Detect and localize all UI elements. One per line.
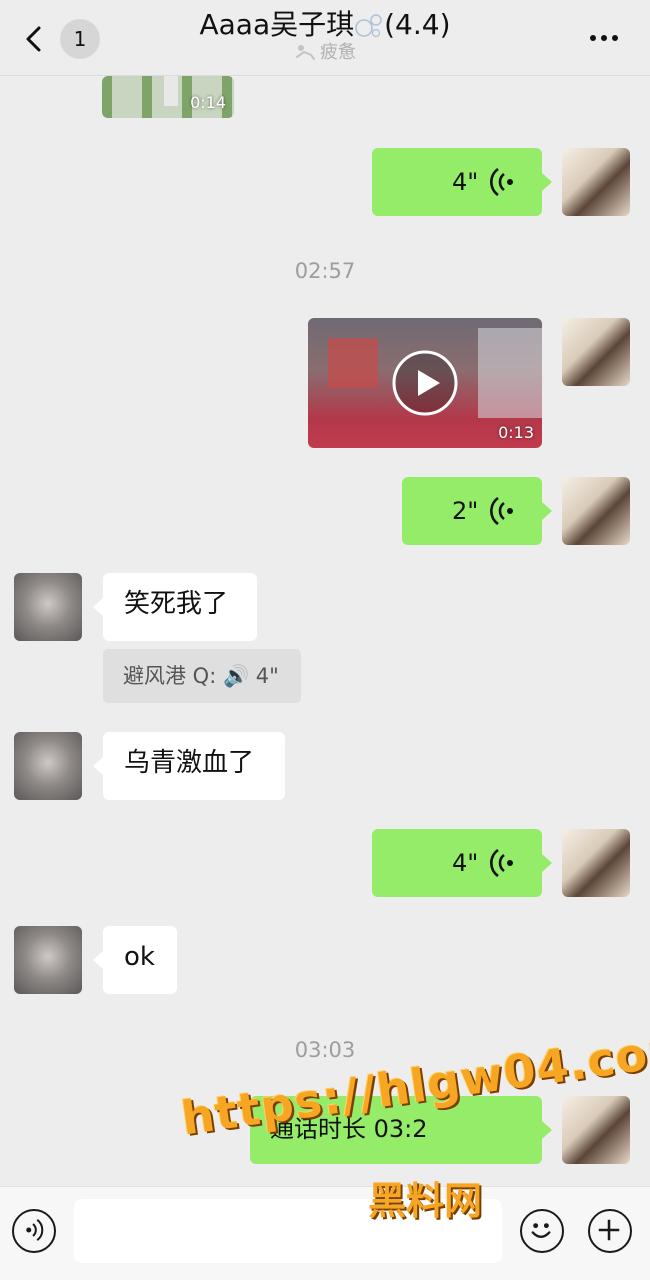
back-button[interactable]: 1 [14, 18, 100, 60]
video-duration: 0:13 [498, 423, 534, 442]
message-text: ok [124, 942, 155, 972]
avatar-me[interactable] [562, 477, 630, 545]
quoted-reply[interactable]: 避风港 Q: 🔊 4" [103, 649, 301, 703]
avatar-contact[interactable] [14, 732, 82, 800]
status-text: 疲惫 [320, 42, 356, 63]
voice-wave-icon [490, 167, 513, 197]
voice-input-button[interactable] [12, 1209, 56, 1253]
bubble-tail [93, 951, 103, 969]
bubble-tail [542, 854, 552, 872]
voice-message[interactable]: 4" [372, 829, 542, 897]
voice-message[interactable]: 2" [402, 477, 542, 545]
video-scene-shape [328, 338, 378, 388]
avatar-me[interactable] [562, 829, 630, 897]
text-message[interactable]: ok [103, 926, 177, 994]
message-text: 笑死我了 [124, 589, 229, 619]
time-divider: 02:57 [294, 259, 356, 283]
plus-icon [598, 1219, 620, 1241]
smile-icon [531, 1223, 551, 1238]
emoji-button[interactable] [520, 1209, 564, 1253]
more-plus-button[interactable] [588, 1209, 632, 1253]
unread-badge: 1 [60, 19, 100, 59]
bubble-tail [542, 1121, 552, 1139]
video-message[interactable]: 0:13 [308, 318, 542, 448]
video-duration: 0:14 [190, 93, 226, 112]
watermark-brand: 黑料网 [367, 1179, 482, 1223]
bubble-tail [542, 173, 552, 191]
voice-duration: 4" [452, 849, 479, 877]
input-bar [0, 1186, 650, 1280]
avatar-me[interactable] [562, 318, 630, 386]
title-suffix: (4.4) [384, 8, 451, 41]
bubble-tail [93, 598, 103, 616]
avatar-me[interactable] [562, 148, 630, 216]
more-dot-icon [590, 35, 596, 41]
chat-header: 1 Aaaa吴子琪 (4.4) 疲惫 [0, 0, 650, 76]
play-icon[interactable] [390, 348, 460, 418]
more-dot-icon [612, 35, 618, 41]
avatar-me[interactable] [562, 1096, 630, 1164]
quote-text: 避风港 Q: 🔊 4" [123, 664, 279, 688]
video-figure [164, 76, 178, 106]
bubble-tail [93, 757, 103, 775]
contact-status: 疲惫 [200, 42, 450, 64]
video-scene-shape [478, 328, 542, 418]
tired-icon [296, 45, 315, 60]
bubble-tail [542, 502, 552, 520]
avatar-contact[interactable] [14, 573, 82, 641]
bubbles-icon [355, 14, 382, 38]
voice-duration: 4" [452, 168, 479, 196]
contact-name: Aaaa吴子琪 [199, 8, 355, 41]
text-message[interactable]: 笑死我了 [103, 573, 257, 641]
more-options-button[interactable] [584, 26, 624, 50]
voice-wave-icon [490, 496, 513, 526]
message-text: 乌青激血了 [124, 748, 255, 778]
voice-duration: 2" [452, 497, 479, 525]
more-dot-icon [601, 35, 607, 41]
chat-title[interactable]: Aaaa吴子琪 (4.4) [120, 8, 530, 42]
voice-wave-icon [490, 848, 513, 878]
voice-wave-icon [26, 1219, 44, 1241]
video-message-top[interactable]: 0:14 [102, 76, 234, 118]
voice-message[interactable]: 4" [372, 148, 542, 216]
text-message[interactable]: 乌青激血了 [103, 732, 285, 800]
chevron-left-icon [26, 26, 41, 52]
avatar-contact[interactable] [14, 926, 82, 994]
